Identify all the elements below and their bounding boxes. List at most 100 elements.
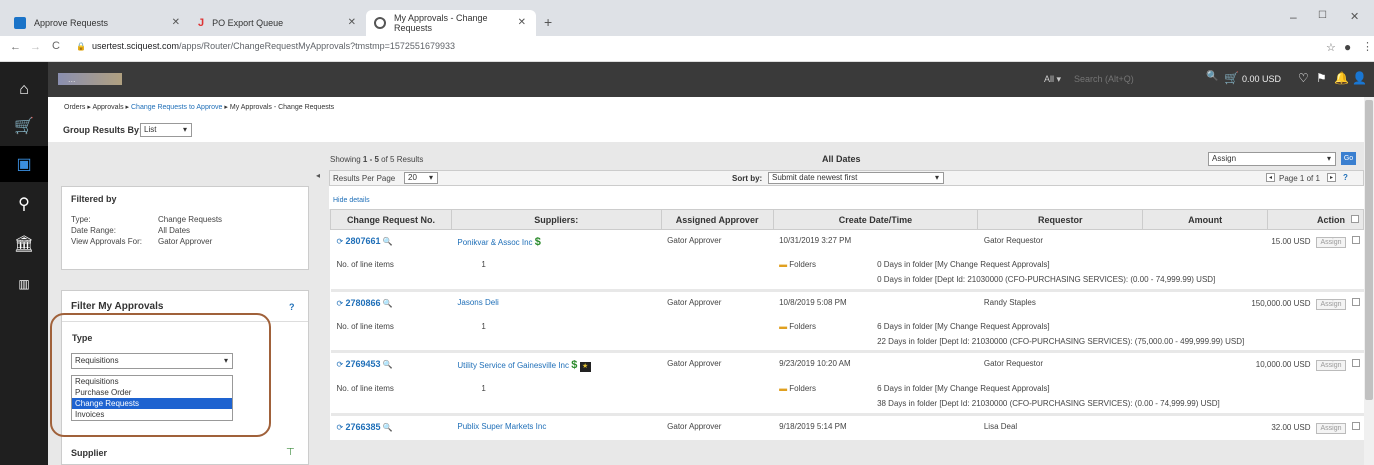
folders-text: Folders	[789, 321, 816, 331]
tab-po-export-queue[interactable]: J PO Export Queue ✕	[190, 10, 366, 36]
action-label: Action	[1317, 214, 1345, 225]
star-icon[interactable]: ☆	[1326, 41, 1336, 54]
col-create-date[interactable]: Create Date/Time	[772, 209, 979, 230]
supplier-link[interactable]: Utility Service of Gainesville Inc	[457, 361, 569, 370]
highlight-outline	[50, 313, 271, 437]
caret-icon: ▾	[182, 125, 187, 134]
help-icon[interactable]: ?	[1343, 173, 1348, 182]
group-by-select[interactable]: List ▾	[140, 123, 192, 137]
prev-page-icon[interactable]: ◂	[1266, 173, 1275, 182]
maximize-icon[interactable]: ☐	[1318, 10, 1327, 21]
per-page-select[interactable]: 20 ▾	[404, 172, 438, 184]
filter-value: All Dates	[158, 226, 191, 235]
requestor: Gator Requestor	[983, 359, 1043, 368]
collapse-arrow-icon[interactable]: ◂	[316, 171, 320, 180]
change-request-link[interactable]: 2769453	[345, 359, 380, 369]
pin-icon[interactable]: ⚲	[12, 192, 36, 216]
change-request-link[interactable]: 2766385	[345, 422, 380, 432]
supplier-link[interactable]: Jasons Deli	[457, 298, 498, 307]
menu-dots-icon[interactable]: ⋮	[1362, 40, 1373, 53]
assign-button[interactable]: Assign	[1316, 422, 1346, 434]
filter-key: Date Range:	[71, 226, 116, 235]
change-request-link[interactable]: 2780866	[345, 298, 380, 308]
row-checkbox[interactable]	[1351, 359, 1360, 367]
close-tab-icon[interactable]: ✕	[172, 17, 180, 28]
preview-icon[interactable]: 🔍	[383, 423, 393, 432]
home-icon[interactable]: ⌂	[12, 78, 36, 102]
logo[interactable]: ...	[58, 73, 122, 85]
assign-button[interactable]: Assign	[1316, 360, 1346, 371]
documents-icon[interactable]: ▣	[12, 152, 36, 176]
breadcrumb-change-requests[interactable]: Change Requests to Approve	[131, 104, 222, 111]
results-table: Change Request No. Suppliers: Assigned A…	[330, 209, 1364, 440]
supplier-link[interactable]: Publix Super Markets Inc	[457, 422, 546, 431]
breadcrumb-approvals[interactable]: Approvals	[92, 104, 123, 111]
filtered-by-panel: Filtered by Type: Change Requests Date R…	[61, 186, 309, 270]
col-change-request-no[interactable]: Change Request No.	[330, 209, 452, 230]
filter-add-icon[interactable]: ⊤	[286, 447, 295, 458]
col-requestor[interactable]: Requestor	[977, 209, 1144, 230]
row-checkbox[interactable]	[1351, 421, 1360, 430]
bank-icon[interactable]: 🏛	[12, 232, 36, 256]
requestor: Randy Staples	[983, 297, 1036, 307]
col-action[interactable]: Action	[1267, 209, 1364, 230]
col-assigned-approver[interactable]: Assigned Approver	[660, 209, 774, 230]
preview-icon[interactable]: 🔍	[383, 237, 393, 246]
back-icon[interactable]: ←	[10, 41, 21, 53]
table-row: ⟳ 2807661 🔍 Ponikvar & Assoc Inc $ Gator…	[331, 230, 1364, 255]
col-amount[interactable]: Amount	[1142, 209, 1269, 230]
go-button[interactable]: Go	[1341, 152, 1356, 165]
hide-details-link[interactable]: Hide details	[333, 197, 370, 204]
create-date: 9/18/2019 5:14 PM	[779, 421, 847, 431]
approver: Gator Approver	[667, 297, 722, 307]
filter-value: Gator Approver	[158, 237, 213, 246]
breadcrumb-orders[interactable]: Orders	[64, 104, 85, 111]
sort-label: Sort by:	[732, 174, 763, 183]
amount: 10,000.00 USD	[1255, 360, 1311, 369]
select-value: Submit date newest first	[772, 173, 858, 182]
chart-icon[interactable]: ▥	[12, 272, 36, 296]
select-all-checkbox[interactable]	[1351, 214, 1359, 223]
preview-icon[interactable]: 🔍	[383, 299, 393, 308]
profile-icon[interactable]: ●	[1344, 40, 1351, 54]
scrollbar-thumb[interactable]	[1365, 100, 1373, 400]
cart-amount[interactable]: 0.00 USD	[1242, 74, 1281, 84]
table-row-details: No. of line items 1 ▬ Folders 0 Days in …	[330, 254, 1364, 290]
tab-my-approvals[interactable]: My Approvals - Change Requests ✕	[366, 10, 536, 36]
sort-select[interactable]: Submit date newest first ▾	[768, 172, 944, 184]
preview-icon[interactable]: 🔍	[383, 360, 393, 369]
search-input[interactable]	[1068, 71, 1198, 87]
cart-icon[interactable]: 🛒	[1224, 71, 1239, 85]
bell-icon[interactable]: 🔔	[1334, 71, 1349, 85]
address-bar: ← → C 🔒 usertest.sciquest.com/apps/Route…	[0, 36, 1374, 62]
close-tab-icon[interactable]: ✕	[518, 17, 526, 28]
forward-icon[interactable]: →	[30, 41, 41, 53]
flag-icon[interactable]: ⚑	[1316, 71, 1327, 85]
breadcrumb: Orders ▸ Approvals ▸ Change Requests to …	[64, 103, 334, 111]
supplier-link[interactable]: Ponikvar & Assoc Inc	[457, 238, 532, 247]
search-scope-select[interactable]: All ▾	[1044, 74, 1061, 85]
help-icon[interactable]: ?	[289, 302, 295, 312]
row-checkbox[interactable]	[1351, 236, 1360, 244]
cart-icon[interactable]: 🛒	[12, 114, 36, 138]
change-request-link[interactable]: 2807661	[345, 236, 380, 246]
url-path: /apps/Router/ChangeRequestMyApprovals?tm…	[179, 41, 455, 51]
heart-icon[interactable]: ♡	[1298, 71, 1309, 85]
col-suppliers[interactable]: Suppliers:	[450, 209, 662, 230]
close-window-icon[interactable]: ✕	[1350, 10, 1359, 23]
reload-icon[interactable]: C	[52, 40, 60, 52]
assign-select[interactable]: Assign ▾	[1208, 152, 1336, 166]
row-checkbox[interactable]	[1351, 297, 1360, 306]
search-icon[interactable]: 🔍	[1206, 71, 1218, 82]
user-icon[interactable]: 👤	[1352, 71, 1367, 85]
assign-button[interactable]: Assign	[1316, 298, 1346, 310]
new-tab-icon[interactable]: +	[544, 14, 552, 30]
minimize-icon[interactable]: –	[1290, 10, 1297, 24]
folder-detail: 0 Days in folder [My Change Request Appr…	[877, 260, 1050, 269]
assign-button[interactable]: Assign	[1316, 237, 1346, 248]
tab-approve-requests[interactable]: Approve Requests ✕	[6, 10, 190, 36]
supplier-badge-icon: ★	[579, 362, 591, 372]
close-tab-icon[interactable]: ✕	[348, 17, 356, 28]
url-field[interactable]: usertest.sciquest.com/apps/Router/Change…	[92, 41, 455, 51]
next-page-icon[interactable]: ▸	[1327, 173, 1336, 182]
